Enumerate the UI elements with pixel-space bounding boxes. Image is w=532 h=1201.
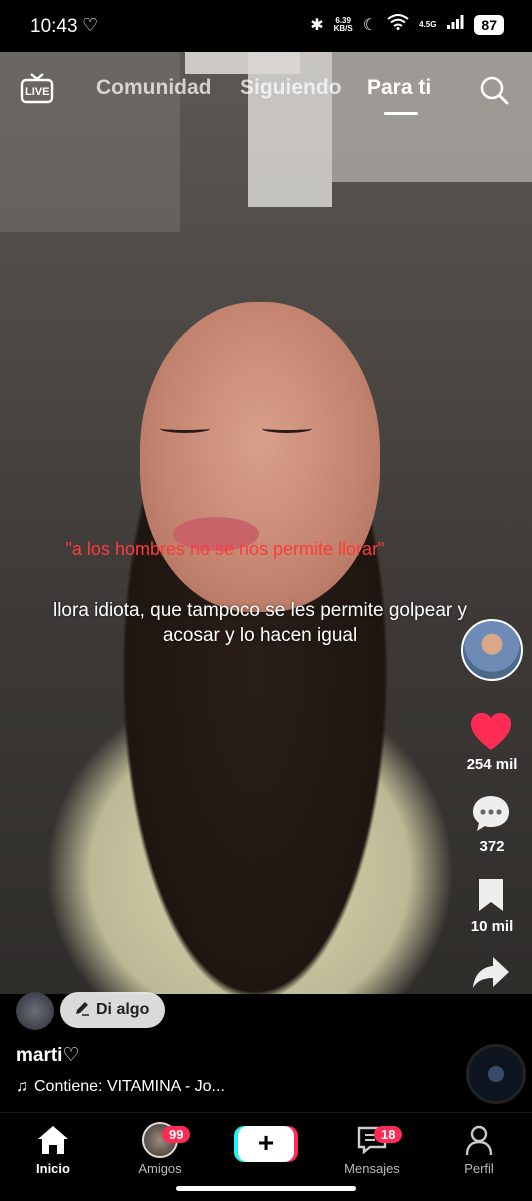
- tab-mensajes[interactable]: 18 Mensajes: [327, 1123, 417, 1176]
- bookmark-icon: [479, 879, 503, 911]
- like-button[interactable]: [470, 712, 512, 757]
- tab-mensajes-label: Mensajes: [344, 1161, 400, 1176]
- save-count: 10 mil: [470, 918, 514, 935]
- moon-icon: ☾: [362, 16, 378, 34]
- tab-para-ti[interactable]: Para ti: [367, 76, 431, 100]
- net-speed-unit: KB/S: [333, 23, 353, 33]
- pencil-icon: [74, 1000, 90, 1021]
- create-button[interactable]: +: [221, 1123, 311, 1165]
- music-disc[interactable]: [466, 1044, 526, 1104]
- comment-prompt-button[interactable]: Di algo: [60, 992, 166, 1028]
- battery-indicator: 87: [474, 14, 504, 35]
- wifi-icon: [387, 14, 409, 35]
- home-icon: [8, 1123, 98, 1157]
- friends-avatar-icon: [115, 1122, 205, 1158]
- mensajes-badge: 18: [374, 1126, 403, 1143]
- heart-icon: [471, 713, 511, 750]
- network-type: 4.5G: [419, 19, 437, 29]
- right-eye: [262, 424, 312, 433]
- bluetooth-icon: ✱: [310, 16, 324, 34]
- face: [140, 302, 380, 612]
- tab-perfil-label: Perfil: [464, 1161, 494, 1176]
- tab-amigos[interactable]: 99 Amigos: [115, 1122, 205, 1176]
- heart-status-icon: ♡: [82, 15, 99, 35]
- tab-siguiendo[interactable]: Siguiendo: [240, 76, 342, 100]
- caption-reply: llora idiota, que tampoco se les permite…: [52, 600, 467, 646]
- tab-comunidad[interactable]: Comunidad: [96, 76, 212, 100]
- live-label: LIVE: [25, 86, 50, 98]
- post-username[interactable]: marti♡: [16, 1044, 80, 1067]
- comment-icon: [473, 796, 509, 831]
- home-indicator: [176, 1186, 356, 1191]
- comment-count: 372: [479, 838, 505, 855]
- comment-prompt-label: Di algo: [96, 1001, 150, 1018]
- messages-icon: [327, 1123, 417, 1157]
- save-button[interactable]: [476, 877, 506, 918]
- search-icon[interactable]: [478, 74, 510, 106]
- top-nav: LIVE Comunidad Siguiendo Para ti: [0, 60, 532, 130]
- profile-icon: [434, 1123, 524, 1157]
- status-bar: 10:43 ♡ ✱ 6.39 KB/S ☾ 4.5G 87: [0, 0, 532, 52]
- status-time: 10:43: [30, 16, 78, 37]
- tab-amigos-label: Amigos: [138, 1161, 182, 1176]
- music-info[interactable]: ♫ Contiene: VITAMINA - Jo...: [16, 1078, 225, 1096]
- tab-perfil[interactable]: Perfil: [434, 1123, 524, 1176]
- viewer-avatar: [16, 992, 54, 1030]
- share-icon: [473, 957, 509, 988]
- tab-inicio[interactable]: Inicio: [8, 1123, 98, 1176]
- net-speed: 6.39 KB/S: [333, 16, 353, 33]
- caption-quote: "a los hombres no se nos permite llorar": [65, 539, 385, 559]
- music-note-icon: ♫: [16, 1078, 28, 1095]
- active-tab-indicator: [384, 112, 418, 115]
- music-title: Contiene: VITAMINA - Jo...: [34, 1078, 225, 1095]
- signal-icon: [446, 14, 464, 35]
- plus-icon: +: [238, 1126, 294, 1162]
- live-icon[interactable]: LIVE: [20, 72, 54, 104]
- tab-inicio-label: Inicio: [36, 1161, 70, 1176]
- share-button[interactable]: [471, 955, 511, 996]
- like-count: 254 mil: [466, 756, 518, 773]
- amigos-badge: 99: [162, 1126, 191, 1143]
- creator-avatar[interactable]: [461, 619, 523, 681]
- status-icons: ✱ 6.39 KB/S ☾ 4.5G 87: [310, 14, 504, 35]
- left-eye: [160, 424, 210, 433]
- comment-button[interactable]: [471, 794, 511, 839]
